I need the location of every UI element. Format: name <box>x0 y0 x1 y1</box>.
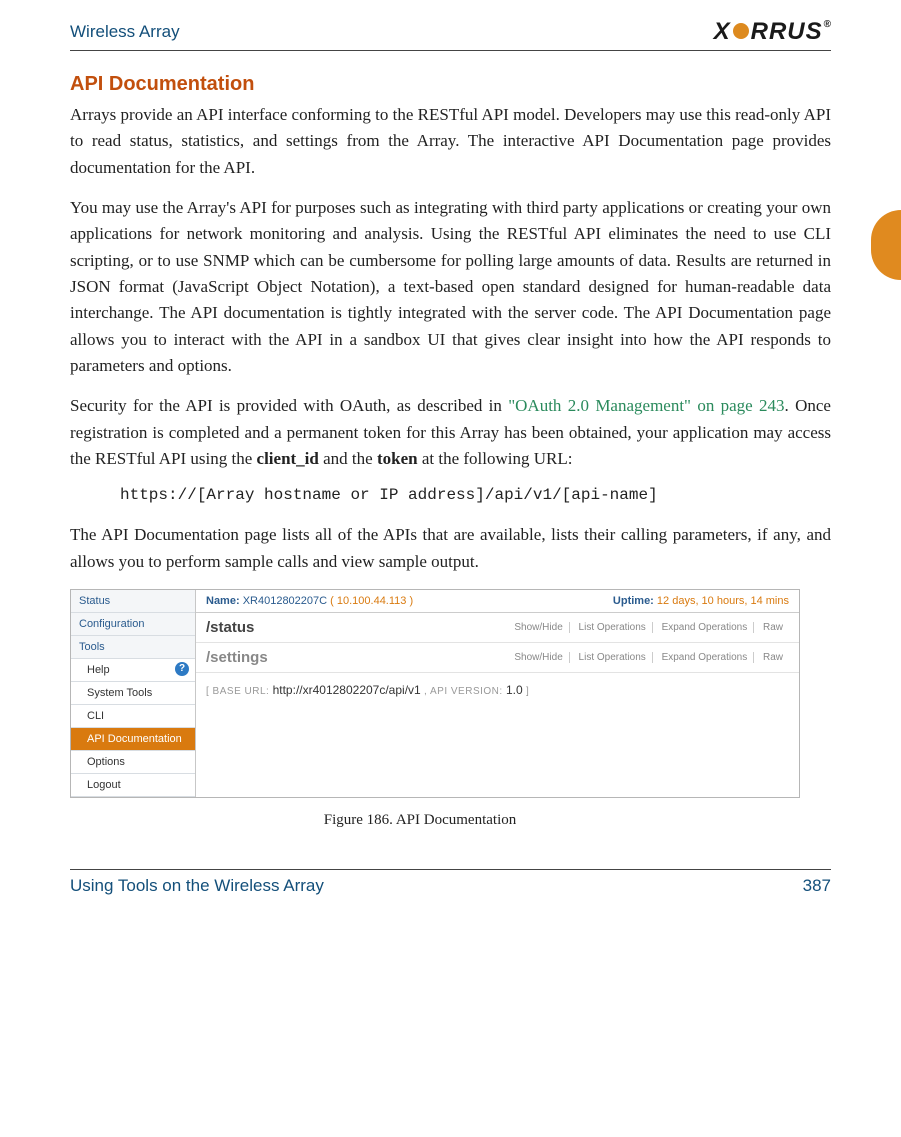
api-ops-status: Show/Hide List Operations Expand Operati… <box>508 622 789 633</box>
op-raw[interactable]: Raw <box>757 622 789 633</box>
sidebar-item-system-tools[interactable]: System Tools <box>71 682 195 705</box>
base-url-row: [ BASE URL: http://xr4012802207c/api/v1 … <box>196 673 799 711</box>
oauth-link[interactable]: "OAuth 2.0 Management" on page 243 <box>508 396 784 415</box>
screenshot-sidebar: Status Configuration Tools Help ? System… <box>71 590 196 797</box>
base-url-post: ] <box>526 686 529 697</box>
base-ver-value: 1.0 <box>506 683 523 697</box>
info-uptime-value: 12 days, 10 hours, 14 mins <box>657 595 789 607</box>
logo-dot-icon <box>733 23 749 39</box>
sidebar-item-cli[interactable]: CLI <box>71 705 195 728</box>
logo-registered-icon: ® <box>824 19 832 30</box>
sidebar-item-api-documentation[interactable]: API Documentation <box>71 728 195 751</box>
code-url: https://[Array hostname or IP address]/a… <box>120 486 831 504</box>
footer-title: Using Tools on the Wireless Array <box>70 876 324 896</box>
screenshot: Status Configuration Tools Help ? System… <box>70 589 800 798</box>
info-name-label: Name: <box>206 595 240 607</box>
sidebar-item-options[interactable]: Options <box>71 751 195 774</box>
info-bar: Name: XR4012802207C ( 10.100.44.113 ) Up… <box>196 590 799 613</box>
info-name-value: XR4012802207C <box>243 595 327 607</box>
p3-b2: token <box>377 449 418 468</box>
logo-text-pre: X <box>714 18 731 46</box>
op-expand[interactable]: Expand Operations <box>656 622 755 633</box>
api-row-status: /status Show/Hide List Operations Expand… <box>196 613 799 643</box>
sidebar-item-tools[interactable]: Tools <box>71 636 195 659</box>
paragraph-1: Arrays provide an API interface conformi… <box>70 102 831 181</box>
section-heading: API Documentation <box>70 73 831 96</box>
base-url-value: http://xr4012802207c/api/v1 <box>273 683 421 697</box>
logo-text-post: RRUS <box>751 18 823 46</box>
screenshot-main-pane: Name: XR4012802207C ( 10.100.44.113 ) Up… <box>196 590 799 797</box>
figure-caption: Figure 186. API Documentation <box>240 812 600 829</box>
sidebar-item-help-label: Help <box>87 664 110 676</box>
p3-post: at the following URL: <box>418 449 573 468</box>
p3-pre: Security for the API is provided with OA… <box>70 396 508 415</box>
op-expand-2[interactable]: Expand Operations <box>656 652 755 663</box>
info-ip: ( 10.100.44.113 ) <box>330 595 413 607</box>
op-list[interactable]: List Operations <box>573 622 653 633</box>
api-ops-settings: Show/Hide List Operations Expand Operati… <box>508 652 789 663</box>
header-title: Wireless Array <box>70 22 180 42</box>
info-name: Name: XR4012802207C ( 10.100.44.113 ) <box>206 595 413 607</box>
p3-and: and the <box>319 449 377 468</box>
api-endpoint-status[interactable]: /status <box>206 619 254 636</box>
sidebar-item-configuration[interactable]: Configuration <box>71 613 195 636</box>
paragraph-2: You may use the Array's API for purposes… <box>70 195 831 379</box>
api-row-settings: /settings Show/Hide List Operations Expa… <box>196 643 799 673</box>
op-show-hide[interactable]: Show/Hide <box>508 622 569 633</box>
p3-b1: client_id <box>257 449 319 468</box>
paragraph-4: The API Documentation page lists all of … <box>70 522 831 575</box>
op-show-hide-2[interactable]: Show/Hide <box>508 652 569 663</box>
base-url-mid: , API VERSION: <box>424 686 503 697</box>
sidebar-item-logout[interactable]: Logout <box>71 774 195 797</box>
info-uptime-label: Uptime: <box>613 595 654 607</box>
page-footer: Using Tools on the Wireless Array 387 <box>70 869 831 896</box>
sidebar-item-status[interactable]: Status <box>71 590 195 613</box>
info-uptime: Uptime: 12 days, 10 hours, 14 mins <box>613 595 789 607</box>
brand-logo: X RRUS ® <box>714 18 831 46</box>
op-list-2[interactable]: List Operations <box>573 652 653 663</box>
sidebar-item-help[interactable]: Help ? <box>71 659 195 682</box>
base-url-pre: [ BASE URL: <box>206 686 269 697</box>
footer-page-number: 387 <box>803 876 831 896</box>
help-icon[interactable]: ? <box>175 662 189 676</box>
op-raw-2[interactable]: Raw <box>757 652 789 663</box>
api-endpoint-settings[interactable]: /settings <box>206 649 268 666</box>
page-header: Wireless Array X RRUS ® <box>70 18 831 51</box>
figure-wrap: Status Configuration Tools Help ? System… <box>70 589 831 829</box>
paragraph-3: Security for the API is provided with OA… <box>70 393 831 472</box>
